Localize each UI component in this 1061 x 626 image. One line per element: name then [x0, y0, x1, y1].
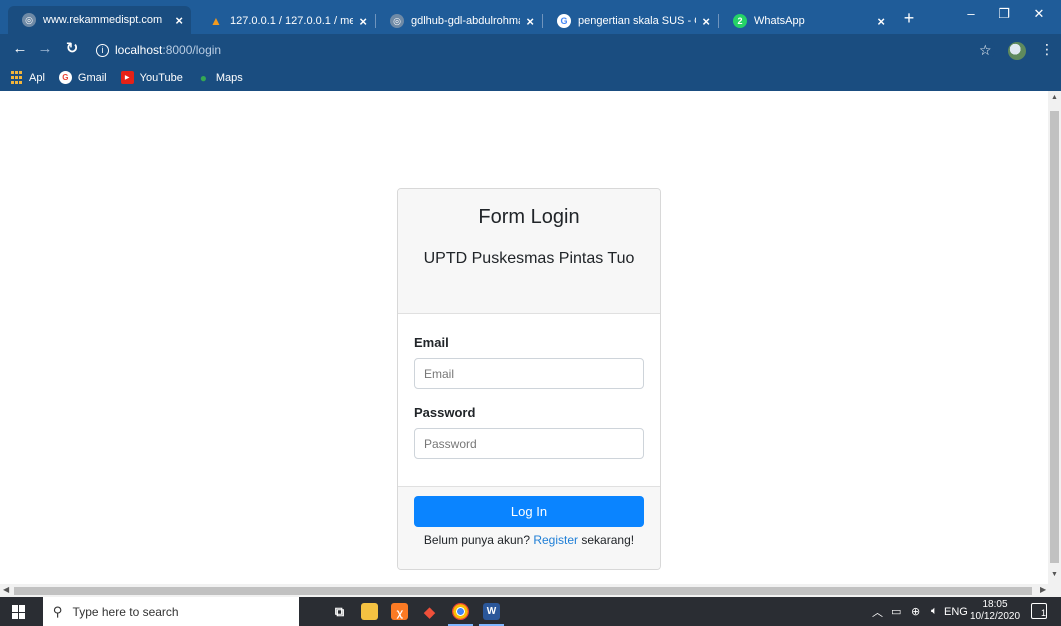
browser-toolbar: ← → ↻ i localhost:8000/login ☆ ⋮: [0, 34, 1061, 64]
register-prompt-suffix: sekarang!: [581, 533, 635, 547]
horizontal-scrollbar[interactable]: ◀ ▶: [0, 584, 1061, 597]
restore-button[interactable]: ❐: [989, 4, 1019, 26]
volume-icon[interactable]: 🔈︎: [931, 597, 938, 626]
tab-whatsapp[interactable]: 2 WhatsApp ×: [719, 8, 893, 34]
browser-tabstrip: ◎ www.rekammedispt.com × ▲ 127.0.0.1 / 1…: [0, 0, 1061, 34]
globe-icon: ◎: [22, 13, 36, 27]
tab-title: 127.0.0.1 / 127.0.0.1 / medisrel: [230, 15, 354, 27]
task-view-icon[interactable]: ⧉: [331, 603, 348, 620]
taskbar-search-box[interactable]: ⚲ Type here to search: [43, 597, 299, 626]
address-bar[interactable]: i localhost:8000/login: [90, 39, 995, 61]
bookmark-label: YouTube: [139, 71, 183, 84]
bookmark-label: Maps: [215, 71, 243, 84]
register-prompt: Belum punya akun? Register sekarang!: [414, 533, 644, 547]
bookmarks-bar: Apl G Gmail ▶ YouTube ● Maps: [0, 64, 1061, 91]
bookmark-gmail[interactable]: G Gmail: [58, 71, 107, 84]
password-input[interactable]: [414, 428, 644, 459]
tab-google-search[interactable]: G pengertian skala SUS - Google ×: [543, 8, 718, 34]
maps-pin-icon: ●: [199, 70, 207, 85]
login-subtitle: UPTD Puskesmas Pintas Tuo: [423, 250, 635, 267]
close-window-button[interactable]: ✕: [1024, 4, 1054, 26]
menu-kebab-icon[interactable]: ⋮: [1040, 41, 1054, 58]
bookmark-label: Apl: [29, 71, 45, 84]
page-viewport: Form Login UPTD Puskesmas Pintas Tuo Ema…: [0, 91, 1048, 584]
windows-taskbar: ⚲ Type here to search ⧉ ꭓ ◆ W ︿ ▭ ⊕ 🔈︎ E…: [0, 597, 1061, 626]
login-card: Form Login UPTD Puskesmas Pintas Tuo Ema…: [397, 188, 661, 570]
clock-date: 10/12/2020: [969, 611, 1021, 622]
login-title: Form Login: [478, 206, 580, 228]
reload-icon[interactable]: ↻: [62, 39, 82, 59]
tab-close-icon[interactable]: ×: [175, 13, 183, 28]
password-label: Password: [414, 405, 476, 420]
tab-phpmyadmin[interactable]: ▲ 127.0.0.1 / 127.0.0.1 / medisrel ×: [195, 8, 375, 34]
tab-close-icon[interactable]: ×: [702, 14, 710, 29]
apps-grid-icon: [10, 71, 23, 84]
info-icon[interactable]: i: [96, 43, 109, 57]
scroll-left-arrow-icon[interactable]: ◀: [3, 585, 9, 594]
tab-close-icon[interactable]: ×: [526, 14, 534, 29]
notification-center-icon[interactable]: 1: [1031, 603, 1047, 619]
login-button[interactable]: Log In: [414, 496, 644, 527]
email-input[interactable]: [414, 358, 644, 389]
whatsapp-icon: 2: [733, 14, 747, 28]
battery-icon[interactable]: ▭: [891, 597, 901, 626]
horizontal-scroll-thumb[interactable]: [14, 587, 1032, 595]
youtube-icon: ▶: [120, 71, 134, 84]
bookmark-youtube[interactable]: ▶ YouTube: [120, 71, 183, 84]
new-tab-button[interactable]: +: [898, 8, 920, 30]
vertical-scrollbar[interactable]: ▲ ▼: [1048, 91, 1061, 584]
login-card-body: Email Password: [398, 315, 660, 486]
back-arrow-icon[interactable]: ←: [10, 39, 30, 59]
register-link[interactable]: Register: [533, 533, 578, 547]
bookmark-label: Gmail: [77, 71, 107, 84]
login-card-header: Form Login UPTD Puskesmas Pintas Tuo: [398, 189, 660, 314]
bookmark-apl[interactable]: Apl: [10, 71, 45, 84]
chrome-icon[interactable]: [448, 603, 473, 626]
windows-start-icon[interactable]: [12, 605, 26, 619]
phpmyadmin-icon: ▲: [210, 14, 222, 28]
tab-title: WhatsApp: [754, 15, 805, 27]
bookmark-star-icon[interactable]: ☆: [979, 42, 992, 59]
tab-rekammedispt[interactable]: ◎ www.rekammedispt.com ×: [8, 6, 191, 34]
tab-gdlhub[interactable]: ◎ gdlhub-gdl-abdulrohma-5931 ×: [376, 8, 542, 34]
tab-title: gdlhub-gdl-abdulrohma-5931: [411, 15, 520, 27]
scroll-right-arrow-icon[interactable]: ▶: [1040, 585, 1046, 594]
google-icon: G: [557, 14, 571, 28]
language-indicator[interactable]: ENG: [944, 597, 968, 626]
network-icon[interactable]: ⊕: [911, 597, 920, 626]
address-path: :8000/login: [162, 43, 222, 57]
register-prompt-prefix: Belum punya akun?: [423, 533, 530, 547]
tab-title: www.rekammedispt.com: [43, 14, 163, 26]
tab-title: pengertian skala SUS - Google: [578, 15, 696, 27]
bookmark-maps[interactable]: ● Maps: [197, 70, 243, 85]
git-icon[interactable]: ◆: [421, 603, 438, 621]
xampp-icon[interactable]: ꭓ: [391, 603, 408, 620]
google-icon: G: [58, 71, 72, 84]
email-label: Email: [414, 335, 449, 350]
tray-chevron-icon[interactable]: ︿: [872, 597, 883, 626]
login-card-footer: Log In Belum punya akun? Register sekara…: [398, 486, 660, 569]
tab-close-icon[interactable]: ×: [877, 14, 885, 29]
minimize-button[interactable]: –: [956, 4, 986, 26]
file-explorer-icon[interactable]: [361, 603, 378, 620]
taskbar-search-placeholder: Type here to search: [72, 604, 179, 619]
forward-arrow-icon[interactable]: →: [35, 39, 55, 59]
profile-avatar[interactable]: [1008, 42, 1026, 60]
system-clock[interactable]: 18:05 10/12/2020: [968, 599, 1022, 623]
clock-time: 18:05: [982, 599, 1008, 610]
scroll-up-arrow-icon[interactable]: ▲: [1051, 94, 1058, 101]
scroll-down-arrow-icon[interactable]: ▼: [1051, 571, 1058, 578]
vertical-scroll-thumb[interactable]: [1050, 111, 1059, 563]
address-host: localhost: [115, 43, 163, 57]
search-icon: ⚲: [53, 603, 63, 619]
word-icon[interactable]: W: [479, 603, 504, 626]
tab-close-icon[interactable]: ×: [359, 14, 367, 29]
globe-icon: ◎: [390, 14, 404, 28]
